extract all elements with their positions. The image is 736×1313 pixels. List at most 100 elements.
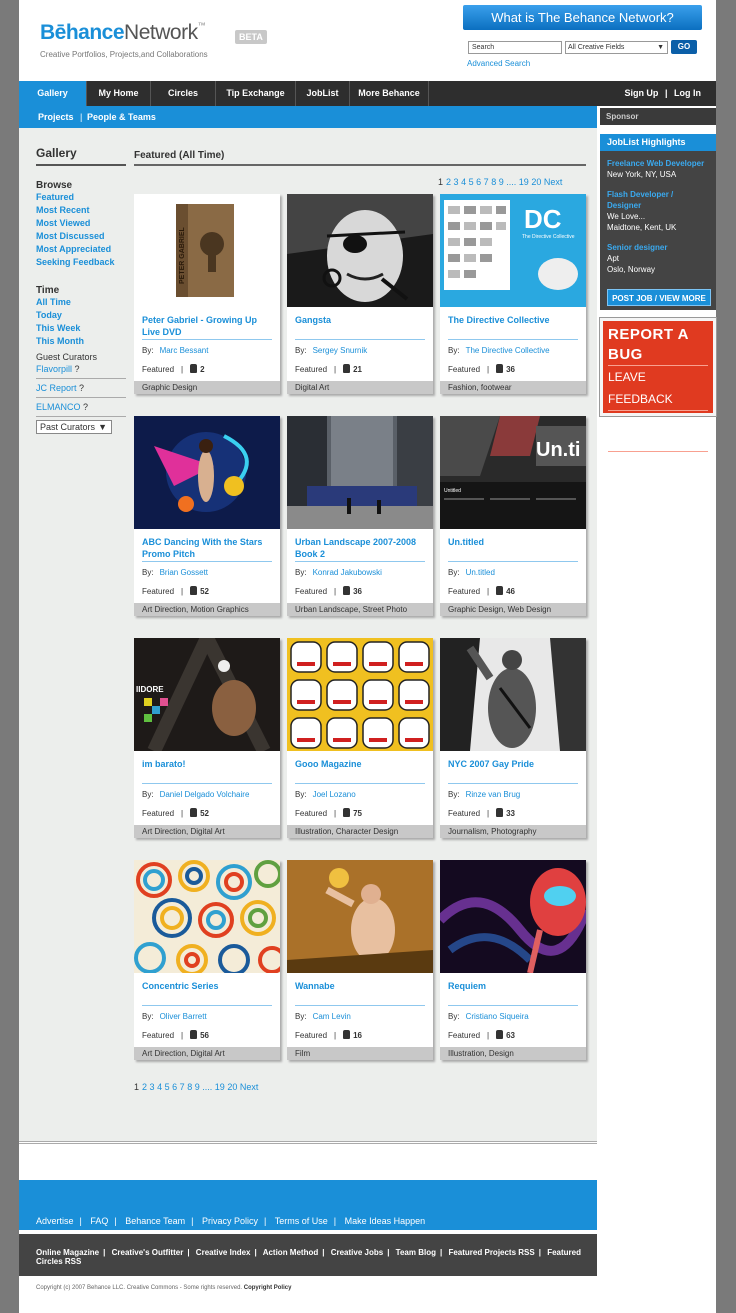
page-link[interactable]: 19 (215, 1082, 225, 1092)
project-thumbnail[interactable] (134, 416, 280, 529)
advanced-search-link[interactable]: Advanced Search (467, 59, 530, 68)
project-card[interactable]: Gangsta By: Sergey Snurnik Featured | 21 Di… (287, 194, 433, 394)
page-link[interactable]: 8 (491, 177, 496, 187)
page-link[interactable]: 8 (187, 1082, 192, 1092)
footer-creative-index-link[interactable]: Creative Index (196, 1248, 251, 1257)
job-title-link[interactable]: Freelance Web Developer (607, 158, 709, 169)
project-title[interactable]: Concentric Series (142, 980, 272, 992)
tab-tip-exchange[interactable]: Tip Exchange (216, 81, 296, 106)
page-link[interactable]: 1 (438, 177, 443, 187)
author-link[interactable]: Oliver Barrett (160, 1012, 207, 1021)
project-thumbnail[interactable] (287, 416, 433, 529)
time-this-month[interactable]: This Month (36, 335, 126, 348)
project-card[interactable]: Wannabe By: Cam Levin Featured | 16 Film (287, 860, 433, 1060)
footer-advertise-link[interactable]: Advertise (36, 1216, 74, 1226)
project-title[interactable]: Peter Gabriel - Growing Up Live DVD (142, 314, 272, 338)
footer-creative-jobs-link[interactable]: Creative Jobs (331, 1248, 383, 1257)
author-link[interactable]: Un.titled (466, 568, 495, 577)
project-card[interactable]: Concentric Series By: Oliver Barrett Feat… (134, 860, 280, 1060)
time-today[interactable]: Today (36, 309, 126, 322)
footer-privacy-link[interactable]: Privacy Policy (202, 1216, 258, 1226)
project-card[interactable]: Un.ti Untitled Un.titled By: Un.titled Fe… (440, 416, 586, 616)
browse-most-viewed[interactable]: Most Viewed (36, 217, 126, 230)
time-all-time[interactable]: All Time (36, 296, 126, 309)
browse-most-discussed[interactable]: Most Discussed (36, 230, 126, 243)
page-link[interactable]: 2 (142, 1082, 147, 1092)
project-card[interactable]: PETER GABRIEL Peter Gabriel - Growing Up… (134, 194, 280, 394)
browse-featured[interactable]: Featured (36, 191, 126, 204)
page-link[interactable]: 6 (476, 177, 481, 187)
footer-projects-rss-link[interactable]: Featured Projects RSS (448, 1248, 534, 1257)
what-is-behance-button[interactable]: What is The Behance Network? (463, 5, 702, 30)
project-title[interactable]: Gooo Magazine (295, 758, 425, 770)
page-link[interactable]: 5 (469, 177, 474, 187)
author-link[interactable]: Marc Bessant (160, 346, 209, 355)
past-curators-select[interactable]: Past Curators ▼ (36, 420, 112, 434)
page-link[interactable]: 19 (519, 177, 529, 187)
footer-team-link[interactable]: Behance Team (125, 1216, 185, 1226)
help-icon[interactable]: ? (75, 364, 80, 374)
project-thumbnail[interactable] (440, 638, 586, 751)
log-in-link[interactable]: Log In (674, 88, 701, 98)
project-card[interactable]: NYC 2007 Gay Pride By: Rinze van Brug Fea… (440, 638, 586, 838)
subnav-projects[interactable]: Projects (38, 106, 74, 128)
author-link[interactable]: Cam Levin (313, 1012, 351, 1021)
search-input[interactable]: Search (468, 41, 562, 54)
tab-more-behance[interactable]: More Behance (350, 81, 429, 106)
project-title[interactable]: NYC 2007 Gay Pride (448, 758, 578, 770)
sign-up-link[interactable]: Sign Up (624, 88, 658, 98)
job-title-link[interactable]: Flash Developer / Designer (607, 189, 709, 211)
project-card[interactable]: Urban Landscape 2007-2008 Book 2 By: Konr… (287, 416, 433, 616)
page-link[interactable]: 7 (180, 1082, 185, 1092)
author-link[interactable]: Konrad Jakubowski (313, 568, 382, 577)
page-link[interactable]: 3 (150, 1082, 155, 1092)
next-page-link[interactable]: Next (544, 177, 563, 187)
author-link[interactable]: Brian Gossett (160, 568, 208, 577)
project-card[interactable]: DC The Directive Collective The Directiv… (440, 194, 586, 394)
browse-seeking-feedback[interactable]: Seeking Feedback (36, 256, 126, 269)
help-icon[interactable]: ? (83, 402, 88, 412)
curator-flavorpill[interactable]: Flavorpill (36, 364, 72, 374)
author-link[interactable]: Rinze van Brug (466, 790, 521, 799)
project-title[interactable]: ABC Dancing With the Stars Promo Pitch (142, 536, 272, 560)
footer-faq-link[interactable]: FAQ (90, 1216, 108, 1226)
project-thumbnail[interactable]: Un.ti Untitled (440, 416, 586, 529)
project-thumbnail[interactable]: DC The Directive Collective (440, 194, 586, 307)
post-job-button[interactable]: POST JOB / VIEW MORE (607, 289, 711, 306)
page-link[interactable]: 9 (499, 177, 504, 187)
author-link[interactable]: Sergey Snurnik (313, 346, 368, 355)
tab-joblist[interactable]: JobList (296, 81, 350, 106)
project-card[interactable]: IIDORE im barato! By: Daniel Delgado Volc… (134, 638, 280, 838)
author-link[interactable]: The Directive Collective (466, 346, 550, 355)
project-thumbnail[interactable] (287, 860, 433, 973)
project-thumbnail[interactable] (440, 860, 586, 973)
curator-jc-report[interactable]: JC Report (36, 383, 77, 393)
footer-make-ideas-link[interactable]: Make Ideas Happen (345, 1216, 426, 1226)
page-link[interactable]: 4 (157, 1082, 162, 1092)
page-link[interactable]: 6 (172, 1082, 177, 1092)
footer-action-method-link[interactable]: Action Method (263, 1248, 319, 1257)
page-link[interactable]: 9 (195, 1082, 200, 1092)
help-icon[interactable]: ? (79, 383, 84, 393)
project-title[interactable]: The Directive Collective (448, 314, 578, 326)
footer-terms-link[interactable]: Terms of Use (275, 1216, 328, 1226)
project-title[interactable]: Gangsta (295, 314, 425, 326)
job-title-link[interactable]: Senior designer (607, 242, 709, 253)
next-page-link[interactable]: Next (240, 1082, 259, 1092)
project-title[interactable]: Wannabe (295, 980, 425, 992)
project-title[interactable]: Requiem (448, 980, 578, 992)
page-link[interactable]: 1 (134, 1082, 139, 1092)
project-thumbnail[interactable]: IIDORE (134, 638, 280, 751)
page-link[interactable]: 3 (454, 177, 459, 187)
tab-circles[interactable]: Circles (151, 81, 216, 106)
creative-field-select[interactable]: All Creative Fields ▼ (565, 41, 668, 54)
footer-online-magazine-link[interactable]: Online Magazine (36, 1248, 99, 1257)
project-thumbnail[interactable] (134, 860, 280, 973)
author-link[interactable]: Cristiano Siqueira (466, 1012, 529, 1021)
browse-most-recent[interactable]: Most Recent (36, 204, 126, 217)
page-link[interactable]: 7 (484, 177, 489, 187)
tab-gallery[interactable]: Gallery (19, 81, 87, 106)
project-thumbnail[interactable] (287, 194, 433, 307)
project-card[interactable]: Requiem By: Cristiano Siqueira Featured | 6… (440, 860, 586, 1060)
project-title[interactable]: Un.titled (448, 536, 578, 548)
